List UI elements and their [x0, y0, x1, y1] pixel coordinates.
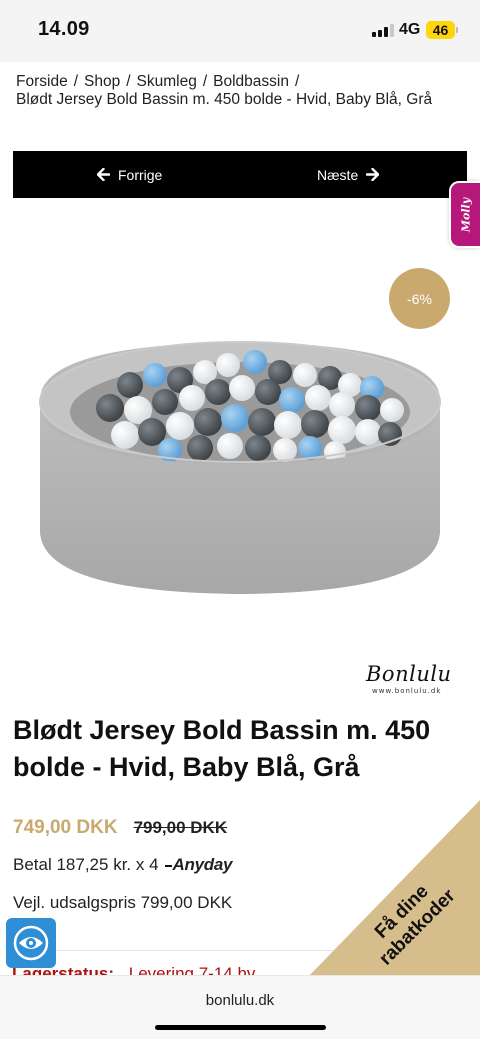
product-image[interactable] [30, 330, 450, 600]
breadcrumb-forside[interactable]: Forside [16, 73, 68, 90]
next-label: Næste [317, 166, 359, 183]
status-time: 14.09 [38, 18, 90, 40]
product-pager: Forrige Næste [13, 151, 467, 198]
rrp-text: Vejl. udsalgspris 799,00 DKK [13, 893, 233, 912]
arrow-right-icon [366, 168, 380, 181]
accessibility-button[interactable] [6, 918, 56, 968]
arrow-left-icon [97, 168, 110, 181]
prev-product-button[interactable]: Forrige [97, 151, 162, 198]
signal-icon [372, 24, 394, 37]
brand-name: Bonlulu [366, 662, 452, 686]
price-current: 749,00 DKK [13, 817, 118, 838]
eye-icon [13, 925, 49, 961]
battery-icon: 46 [426, 21, 455, 39]
status-bar: 14.09 4G 46 [0, 0, 480, 62]
prev-label: Forrige [118, 166, 163, 183]
breadcrumb-skumleg[interactable]: Skumleg [137, 73, 197, 90]
breadcrumb-current: Blødt Jersey Bold Bassin m. 450 bolde - … [16, 91, 433, 108]
network-type: 4G [399, 21, 421, 38]
molly-chat-tab[interactable]: Molly [449, 181, 480, 248]
breadcrumb-boldbassin[interactable]: Boldbassin [213, 73, 289, 90]
brand-url: www.bonlulu.dk [372, 687, 442, 695]
divider [13, 950, 333, 951]
installment-info: Betal 187,25 kr. x 4 Anyday [13, 855, 232, 875]
breadcrumb-shop[interactable]: Shop [84, 73, 120, 90]
next-product-button[interactable]: Næste [317, 151, 380, 198]
breadcrumb: Forside / Shop / Skumleg / Boldbassin / Blødt Je… [16, 73, 433, 108]
browser-url-bar[interactable]: bonlulu.dk [0, 975, 480, 1039]
discount-codes-ribbon[interactable]: Få dine rabatkoder [305, 800, 480, 980]
url-text[interactable]: bonlulu.dk [0, 992, 480, 1009]
price-old: 799,00 DKK [133, 818, 228, 837]
installment-text: Betal 187,25 kr. x 4 [13, 855, 159, 874]
brand-logo[interactable]: Bonlulu www.bonlulu.dk [366, 662, 462, 702]
discount-badge: -6% [389, 268, 450, 329]
home-indicator[interactable] [155, 1025, 326, 1030]
anyday-logo[interactable]: Anyday [165, 855, 233, 875]
price-row: 749,00 DKK 799,00 DKK [13, 817, 227, 839]
product-title: Blødt Jersey Bold Bassin m. 450 bolde - … [13, 715, 431, 782]
molly-label: Molly [459, 197, 472, 232]
battery-tip [456, 27, 458, 33]
